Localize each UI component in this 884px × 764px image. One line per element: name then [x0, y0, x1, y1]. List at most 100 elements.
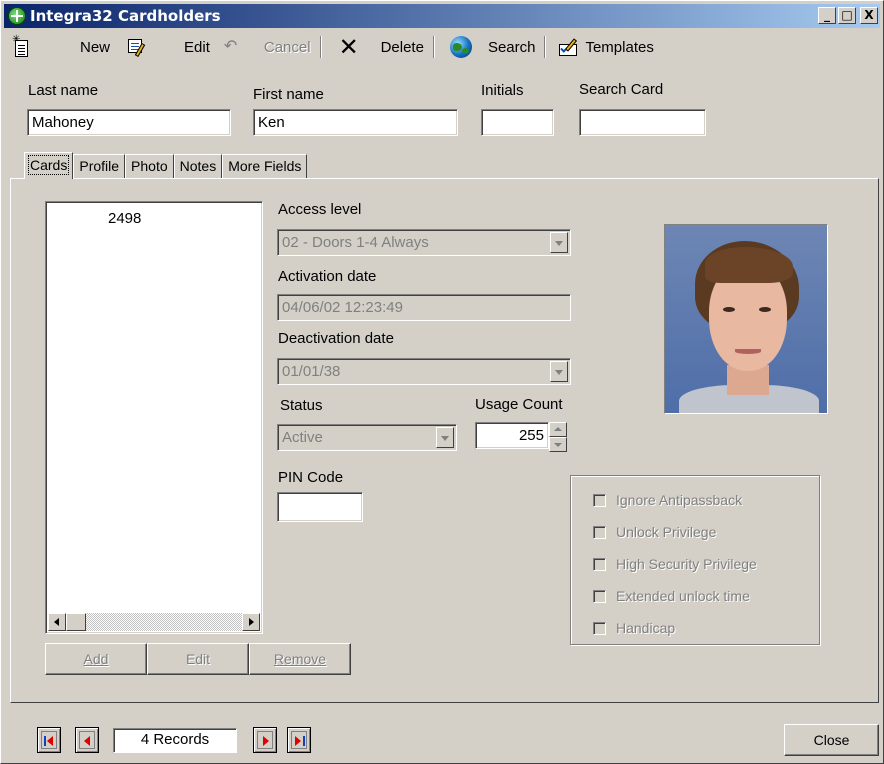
initials-field[interactable]	[481, 109, 554, 136]
last-name-label: Last name	[28, 82, 99, 99]
scroll-right-button[interactable]	[242, 613, 260, 631]
activation-date-field[interactable]: 04/06/02 12:23:49	[277, 294, 571, 321]
extended-unlock-time-label: Extended unlock time	[616, 588, 750, 604]
deactivation-date-dropdown-icon[interactable]	[550, 361, 568, 382]
close-label: Close	[813, 732, 850, 748]
deactivation-date-label: Deactivation date	[278, 330, 394, 347]
ignore-antipassback-checkbox[interactable]: Ignore Antipassback	[593, 492, 742, 508]
search-button[interactable]: Search	[440, 33, 540, 61]
status-label: Status	[280, 397, 323, 414]
first-name-field[interactable]: Ken	[253, 109, 458, 136]
cardholder-photo	[664, 224, 828, 414]
checkbox-icon[interactable]	[593, 621, 606, 635]
tab-more-fields[interactable]: More Fields	[222, 154, 308, 178]
scroll-left-button[interactable]	[48, 613, 66, 631]
edit-label: Edit	[184, 38, 210, 56]
last-record-icon	[295, 736, 301, 746]
unlock-privilege-checkbox[interactable]: Unlock Privilege	[593, 524, 716, 540]
cancel-label: Cancel	[263, 38, 311, 56]
minimize-button[interactable]: _	[818, 7, 836, 24]
access-level-value: 02 - Doors 1-4 Always	[282, 234, 429, 251]
search-card-label: Search Card	[579, 81, 664, 98]
checkbox-icon[interactable]	[593, 525, 606, 539]
status-dropdown-icon[interactable]	[436, 427, 454, 448]
close-button[interactable]: Close	[784, 724, 879, 756]
add-card-button[interactable]: Add	[45, 643, 147, 675]
delete-label: Delete	[380, 38, 424, 56]
new-button[interactable]: ✳ New	[4, 33, 114, 61]
status-value: Active	[282, 429, 323, 446]
privileges-group: Ignore Antipassback Unlock Privilege Hig…	[570, 475, 820, 645]
search-card-field[interactable]	[579, 109, 706, 136]
undo-icon: ↶	[223, 38, 238, 55]
spin-down-icon[interactable]	[549, 437, 567, 452]
tab-more-fields-label: More Fields	[228, 158, 302, 174]
tab-profile-label: Profile	[79, 158, 120, 174]
close-window-button[interactable]: X	[860, 7, 878, 24]
delete-button[interactable]: ✕ Delete	[327, 33, 428, 61]
next-record-button[interactable]	[253, 727, 277, 753]
first-record-button[interactable]	[37, 727, 61, 753]
app-icon	[8, 7, 26, 25]
card-list[interactable]: 2498	[45, 201, 263, 634]
deactivation-date-value: 01/01/38	[282, 363, 341, 380]
title-bar[interactable]: Integra32 Cardholders _ □ X	[4, 4, 880, 28]
handicap-label: Handicap	[616, 620, 676, 636]
templates-label: Templates	[585, 38, 654, 56]
tab-profile[interactable]: Profile	[73, 154, 126, 178]
records-count: 4 Records	[113, 728, 237, 753]
high-security-privilege-label: High Security Privilege	[616, 556, 757, 572]
toolbar: ✳ New Edit ↶ Cancel ✕ Delete Search Temp…	[4, 31, 880, 63]
pin-code-field[interactable]	[277, 492, 363, 522]
tab-photo[interactable]: Photo	[125, 154, 174, 178]
tab-photo-label: Photo	[131, 158, 168, 174]
usage-count-field[interactable]: 255	[475, 422, 549, 449]
pin-code-label: PIN Code	[278, 469, 344, 486]
maximize-button[interactable]: □	[838, 7, 856, 24]
checkbox-icon[interactable]	[593, 589, 606, 603]
card-list-item[interactable]: 2498	[108, 210, 141, 227]
edit-card-label: Edit	[185, 651, 211, 667]
usage-count-label: Usage Count	[475, 396, 563, 413]
high-security-privilege-checkbox[interactable]: High Security Privilege	[593, 556, 757, 572]
spin-up-icon[interactable]	[549, 422, 567, 437]
toolbar-separator	[544, 36, 547, 58]
delete-icon: ✕	[338, 33, 359, 61]
window-title: Integra32 Cardholders	[30, 7, 221, 25]
activation-date-label: Activation date	[278, 268, 377, 285]
checkbox-icon[interactable]	[593, 557, 606, 571]
access-level-label: Access level	[278, 201, 362, 218]
card-list-hscrollbar[interactable]	[48, 613, 260, 631]
access-level-select[interactable]: 02 - Doors 1-4 Always	[277, 229, 571, 256]
edit-button[interactable]: Edit	[114, 33, 214, 61]
new-label: New	[80, 38, 111, 56]
status-select[interactable]: Active	[277, 424, 457, 451]
edit-icon	[126, 37, 148, 58]
previous-record-icon	[84, 736, 90, 746]
cardholders-window: Integra32 Cardholders _ □ X ✳ New Edit ↶…	[0, 0, 884, 764]
checkbox-icon[interactable]	[593, 493, 606, 507]
last-name-field[interactable]: Mahoney	[27, 109, 231, 136]
templates-icon	[559, 38, 581, 56]
remove-card-button[interactable]: Remove	[249, 643, 351, 675]
scroll-thumb[interactable]	[66, 613, 86, 631]
first-record-icon	[44, 736, 46, 746]
tab-cards[interactable]: Cards	[24, 152, 74, 179]
last-record-button[interactable]	[287, 727, 311, 753]
handicap-checkbox[interactable]: Handicap	[593, 620, 675, 636]
scroll-track[interactable]	[86, 613, 242, 631]
tab-strip: Cards Profile Photo Notes More Fields	[24, 152, 308, 179]
usage-count-spinner[interactable]	[549, 422, 567, 452]
tab-notes[interactable]: Notes	[173, 154, 223, 178]
templates-button[interactable]: Templates	[551, 33, 657, 61]
remove-card-label: Remove	[273, 651, 327, 667]
first-name-label: First name	[253, 86, 324, 103]
extended-unlock-time-checkbox[interactable]: Extended unlock time	[593, 588, 750, 604]
globe-search-icon	[449, 36, 472, 58]
deactivation-date-select[interactable]: 01/01/38	[277, 358, 571, 385]
previous-record-button[interactable]	[75, 727, 99, 753]
edit-card-button[interactable]: Edit	[147, 643, 249, 675]
access-level-dropdown-icon[interactable]	[550, 232, 568, 253]
next-record-icon	[263, 736, 269, 746]
cancel-button[interactable]: ↶ Cancel	[214, 33, 315, 61]
